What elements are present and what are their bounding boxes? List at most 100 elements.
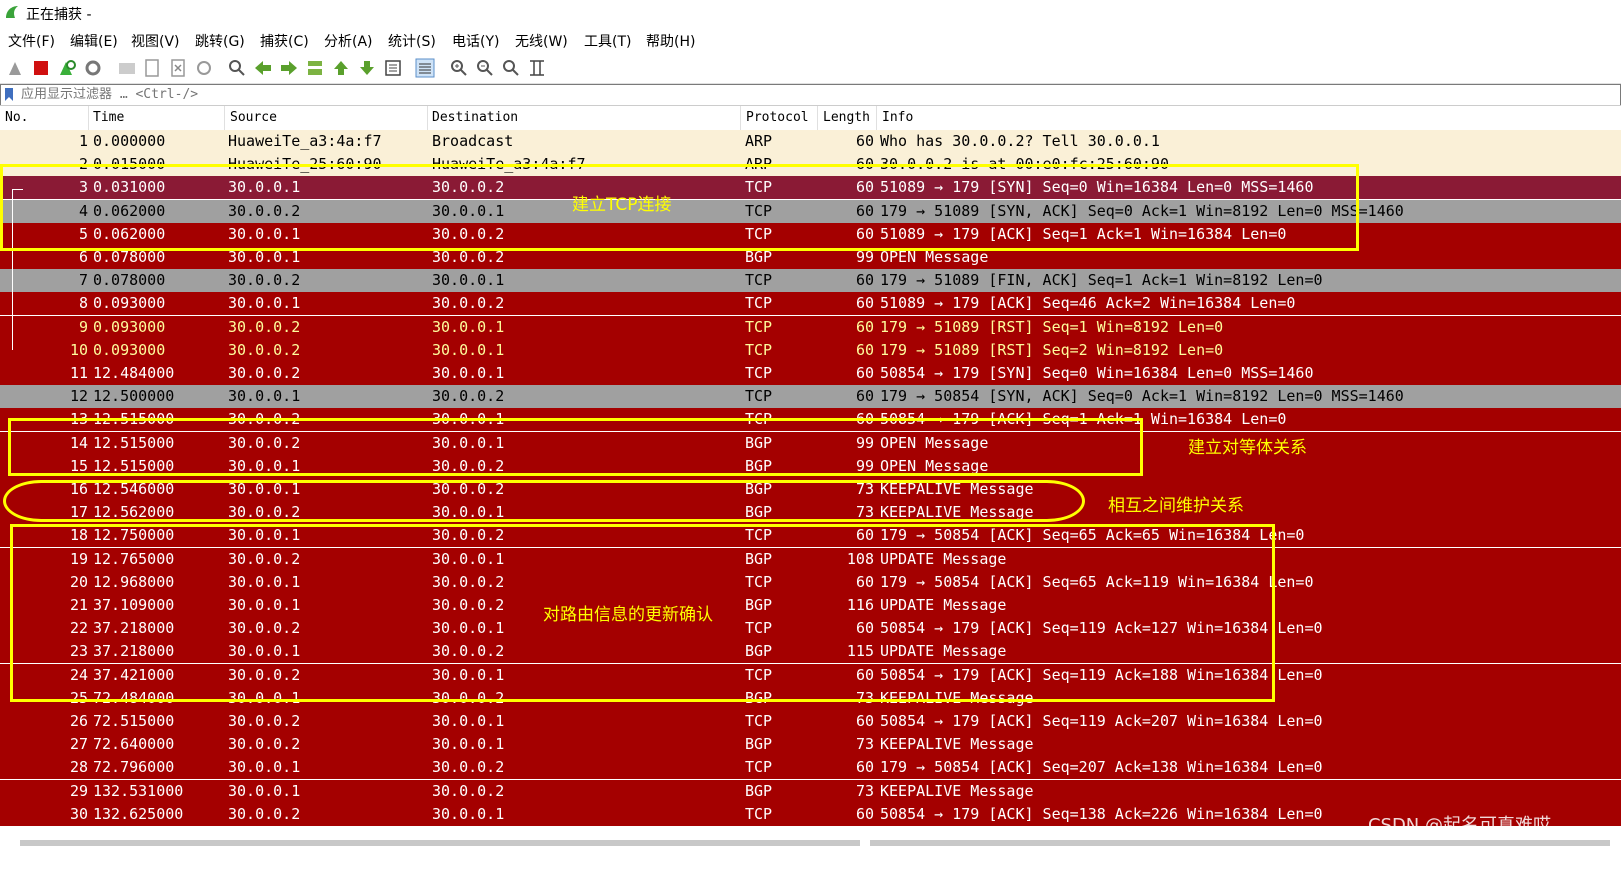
packet-info: 179 → 51089 [RST] Seq=1 Win=8192 Len=0: [880, 317, 1224, 336]
reload-icon[interactable]: [193, 57, 215, 79]
packet-protocol: TCP: [745, 340, 773, 359]
packet-info: KEEPALIVE Message: [880, 781, 1034, 800]
packet-length: 60: [855, 758, 874, 777]
packet-destination: 30.0.0.2: [432, 387, 505, 406]
packet-info: KEEPALIVE Message: [880, 735, 1034, 754]
column-header-no[interactable]: No.: [5, 110, 28, 125]
packet-row[interactable]: 7 0.078000 30.0.0.2 30.0.0.1 TCP 60 179 → 5108…: [0, 269, 1621, 293]
options-gear-icon[interactable]: [82, 57, 104, 79]
packet-no: 28: [69, 758, 88, 777]
menu-bar: 文件(F) 编辑(E) 视图(V) 跳转(G) 捕获(C) 分析(A) 统计(S…: [0, 28, 1621, 52]
menu-wireless[interactable]: 无线(W): [515, 31, 568, 51]
menu-view[interactable]: 视图(V): [131, 31, 180, 51]
stop-icon[interactable]: [30, 57, 52, 79]
column-header-source[interactable]: Source: [230, 110, 277, 125]
autoscroll-icon[interactable]: [382, 57, 404, 79]
packet-protocol: TCP: [745, 804, 773, 823]
annotation-label-peer: 建立对等体关系: [1188, 438, 1307, 458]
packet-length: 60: [855, 271, 874, 290]
menu-analyze[interactable]: 分析(A): [324, 31, 373, 51]
packet-protocol: TCP: [745, 758, 773, 777]
zoom-in-icon[interactable]: [448, 57, 470, 79]
packet-time: 12.500000: [93, 387, 175, 406]
resize-columns-icon[interactable]: [526, 57, 548, 79]
menu-tools[interactable]: 工具(T): [584, 31, 631, 51]
column-header-time[interactable]: Time: [93, 110, 124, 125]
packet-protocol: TCP: [745, 317, 773, 336]
go-to-packet-icon[interactable]: [304, 57, 326, 79]
packet-info: 50854 → 179 [ACK] Seq=119 Ack=207 Win=16…: [880, 712, 1323, 730]
packet-row[interactable]: 11 12.484000 30.0.0.2 30.0.0.1 TCP 60 50854 → …: [0, 362, 1621, 385]
packet-time: 132.625000: [93, 804, 184, 823]
packet-length: 73: [855, 735, 874, 754]
main-toolbar: [0, 55, 1621, 84]
packet-destination: 30.0.0.1: [432, 340, 505, 359]
menu-edit[interactable]: 编辑(E): [70, 31, 118, 51]
colorize-icon[interactable]: [414, 57, 436, 79]
annotation-label-maintain: 相互之间维护关系: [1108, 496, 1244, 516]
packet-info: 179 → 50854 [SYN, ACK] Seq=0 Ack=1 Win=8…: [880, 387, 1404, 406]
menu-statistics[interactable]: 统计(S): [388, 31, 436, 51]
packet-source: 30.0.0.2: [228, 317, 301, 336]
shark-fin-icon[interactable]: [5, 57, 27, 79]
watermark: CSDN @起名可真难哎: [1367, 815, 1551, 836]
menu-file[interactable]: 文件(F): [8, 31, 55, 51]
packet-row[interactable]: 12 12.500000 30.0.0.1 30.0.0.2 TCP 60 179 → 50…: [0, 385, 1621, 409]
close-file-icon[interactable]: [167, 57, 189, 79]
display-filter-input[interactable]: [21, 85, 1611, 103]
packet-protocol: TCP: [745, 712, 773, 730]
packet-row[interactable]: 27 72.640000 30.0.0.2 30.0.0.1 BGP 73 KEEPALIV…: [0, 733, 1621, 757]
open-folder-icon[interactable]: [116, 57, 138, 79]
find-icon[interactable]: [226, 57, 248, 79]
packet-row[interactable]: 10 0.093000 30.0.0.2 30.0.0.1 TCP 60 179 → 510…: [0, 338, 1621, 362]
packet-no: 27: [69, 735, 88, 754]
scrollbar-thumb[interactable]: [20, 840, 860, 846]
menu-go[interactable]: 跳转(G): [195, 31, 245, 51]
packet-info: 179 → 50854 [ACK] Seq=207 Ack=138 Win=16…: [880, 758, 1323, 777]
zoom-out-icon[interactable]: [474, 57, 496, 79]
packet-no: 11: [69, 364, 88, 382]
restart-icon[interactable]: [56, 57, 78, 79]
packet-info: 50854 → 179 [ACK] Seq=138 Ack=226 Win=16…: [880, 804, 1323, 823]
last-packet-icon[interactable]: [356, 57, 378, 79]
packet-row[interactable]: 26 72.515000 30.0.0.2 30.0.0.1 TCP 60 50854 → …: [0, 710, 1621, 733]
packet-row[interactable]: 8 0.093000 30.0.0.1 30.0.0.2 TCP 60 51089 → 17…: [0, 292, 1621, 316]
packet-time: 0.093000: [93, 294, 166, 313]
packet-row[interactable]: 9 0.093000 30.0.0.2 30.0.0.1 TCP 60 179 → 5108…: [0, 315, 1621, 339]
bookmark-icon[interactable]: [4, 88, 14, 101]
packet-protocol: BGP: [745, 781, 773, 800]
packet-row[interactable]: 28 72.796000 30.0.0.1 30.0.0.2 TCP 60 179 → 50…: [0, 756, 1621, 780]
packet-length: 60: [855, 132, 874, 150]
column-header-destination[interactable]: Destination: [432, 110, 518, 125]
menu-telephony[interactable]: 电话(Y): [452, 31, 499, 51]
packet-destination: 30.0.0.1: [432, 271, 505, 290]
packet-row[interactable]: 29 132.531000 30.0.0.1 30.0.0.2 BGP 73 KEEPALI…: [0, 779, 1621, 803]
column-header-length[interactable]: Length: [823, 110, 870, 125]
packet-source: 30.0.0.1: [228, 758, 301, 777]
first-packet-icon[interactable]: [330, 57, 352, 79]
packet-source: 30.0.0.2: [228, 364, 301, 382]
go-forward-icon[interactable]: [278, 57, 300, 79]
packet-list-header: No. Time Source Destination Protocol Len…: [0, 106, 1621, 131]
column-header-protocol[interactable]: Protocol: [746, 110, 809, 125]
packet-time: 0.000000: [93, 132, 166, 150]
save-file-icon[interactable]: [141, 57, 163, 79]
menu-capture[interactable]: 捕获(C): [260, 31, 309, 51]
packet-time: 12.484000: [93, 364, 175, 382]
column-header-info[interactable]: Info: [882, 110, 913, 125]
go-back-icon[interactable]: [252, 57, 274, 79]
horizontal-scrollbar[interactable]: [0, 836, 1621, 873]
packet-destination: 30.0.0.1: [432, 364, 505, 382]
packet-time: 0.093000: [93, 317, 166, 336]
packet-info: 179 → 51089 [FIN, ACK] Seq=1 Ack=1 Win=8…: [880, 271, 1323, 290]
scrollbar-track[interactable]: [870, 840, 1610, 846]
packet-row[interactable]: 1 0.000000 HuaweiTe_a3:4a:f7 Broadcast ARP 60…: [0, 130, 1621, 153]
packet-length: 60: [855, 294, 874, 313]
wireshark-logo-icon: [6, 6, 18, 18]
normal-size-icon[interactable]: [500, 57, 522, 79]
packet-no: 30: [69, 804, 88, 823]
packet-time: 132.531000: [93, 781, 184, 800]
packet-length: 60: [855, 364, 874, 382]
annotation-box-tcp: [0, 164, 1359, 251]
menu-help[interactable]: 帮助(H): [646, 31, 695, 51]
